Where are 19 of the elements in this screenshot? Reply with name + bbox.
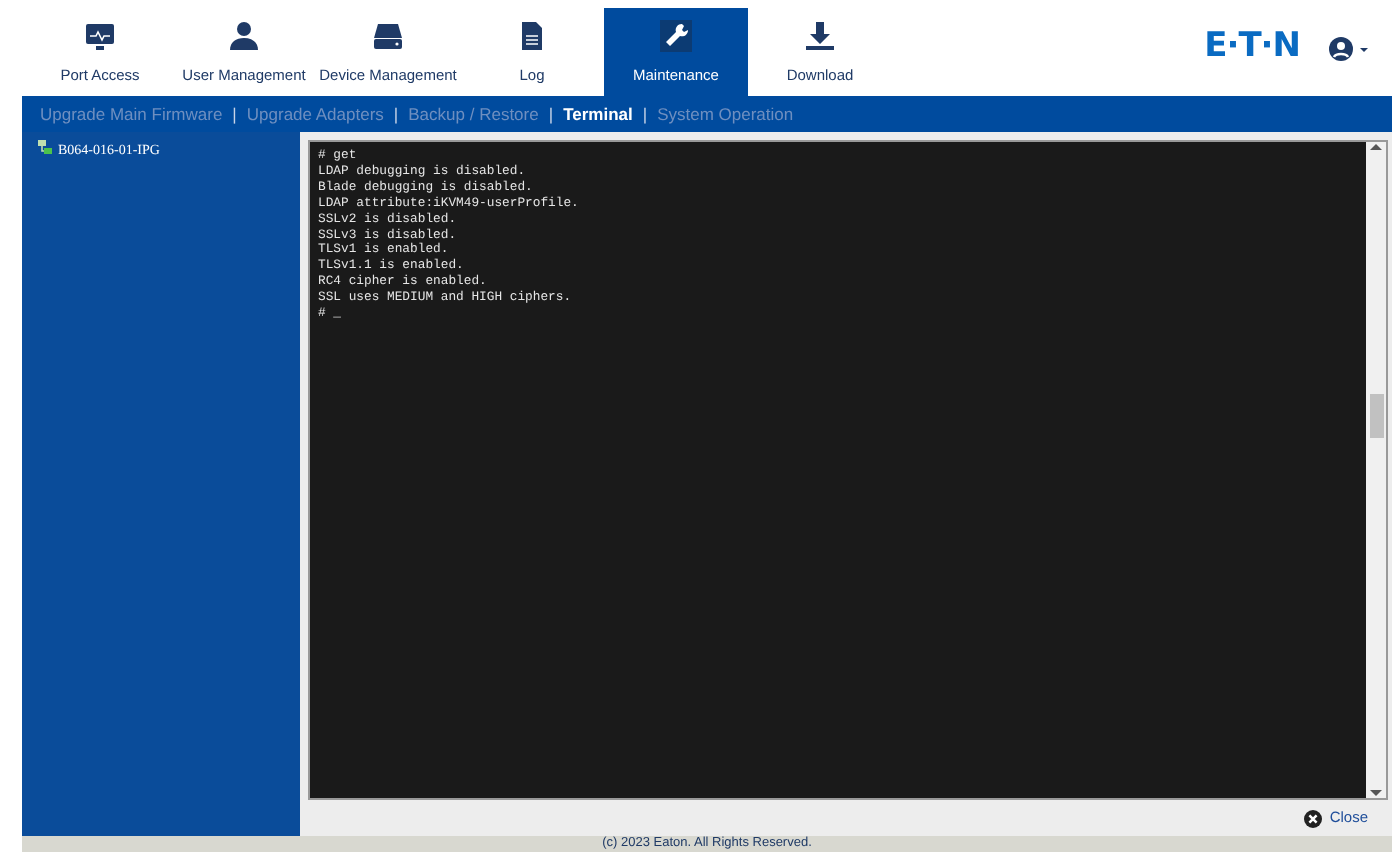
subnav-link[interactable]: Terminal bbox=[563, 101, 633, 127]
download-icon bbox=[804, 19, 836, 52]
scrollbar[interactable] bbox=[1366, 142, 1386, 798]
scroll-down-icon[interactable] bbox=[1370, 788, 1382, 798]
monitor-icon bbox=[84, 19, 116, 52]
separator-text: | bbox=[548, 101, 554, 127]
drive-icon bbox=[372, 19, 404, 52]
separator-text: | bbox=[393, 101, 399, 127]
user-menu-icon[interactable] bbox=[1328, 35, 1372, 61]
separator-text: | bbox=[642, 101, 648, 127]
wrench-icon bbox=[660, 19, 692, 52]
network-node-icon bbox=[38, 140, 52, 154]
scrollbar-thumb[interactable] bbox=[1369, 393, 1383, 437]
document-icon bbox=[516, 19, 548, 52]
scroll-up-icon[interactable] bbox=[1370, 142, 1382, 152]
brand-logo: E·T·N bbox=[1204, 24, 1300, 71]
separator-text: | bbox=[232, 101, 237, 127]
close-icon bbox=[1303, 809, 1322, 827]
person-icon bbox=[228, 19, 260, 52]
